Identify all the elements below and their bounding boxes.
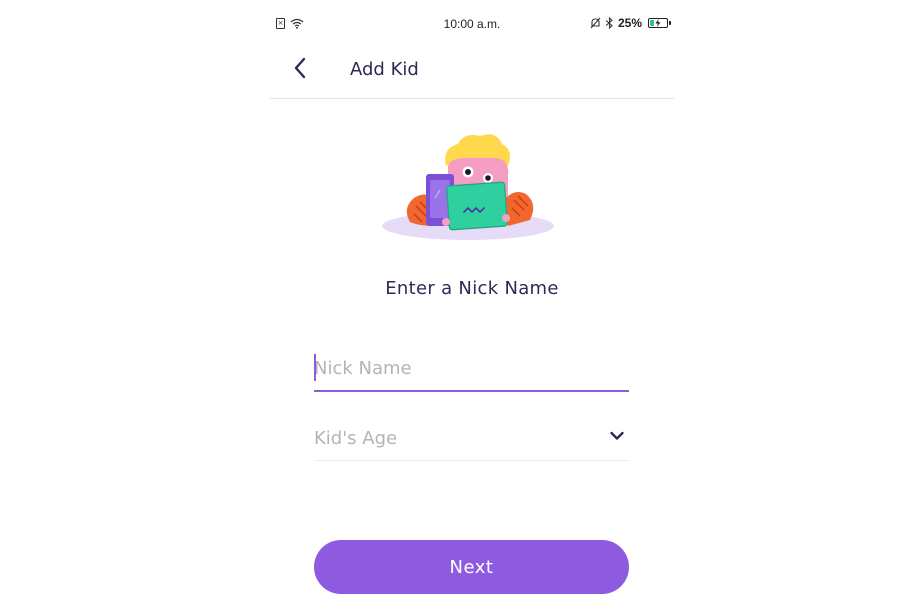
bluetooth-icon xyxy=(605,17,613,29)
battery-charging-icon xyxy=(648,18,671,28)
kids-age-placeholder: Kid's Age xyxy=(314,428,398,449)
charging-bolt-icon xyxy=(655,19,661,27)
kids-age-select[interactable]: Kid's Age xyxy=(314,420,629,461)
status-bar-right: 25% xyxy=(590,16,671,30)
add-kid-screen: × 10:00 a.m. 25% Add Kid Enter a Nick Na… xyxy=(270,0,674,603)
text-caret xyxy=(314,354,316,381)
nick-name-input[interactable] xyxy=(314,350,629,386)
chevron-down-icon xyxy=(610,431,624,440)
nick-name-field[interactable] xyxy=(314,350,629,392)
page-title: Add Kid xyxy=(350,59,419,80)
kid-with-tablet-illustration xyxy=(380,128,560,244)
battery-percent: 25% xyxy=(617,16,642,30)
next-button[interactable]: Next xyxy=(314,540,629,594)
nick-name-prompt: Enter a Nick Name xyxy=(385,278,559,299)
app-bar: Add Kid xyxy=(270,40,674,99)
chevron-left-icon xyxy=(294,57,306,79)
alarm-off-icon xyxy=(590,17,601,29)
back-button[interactable] xyxy=(284,52,316,84)
